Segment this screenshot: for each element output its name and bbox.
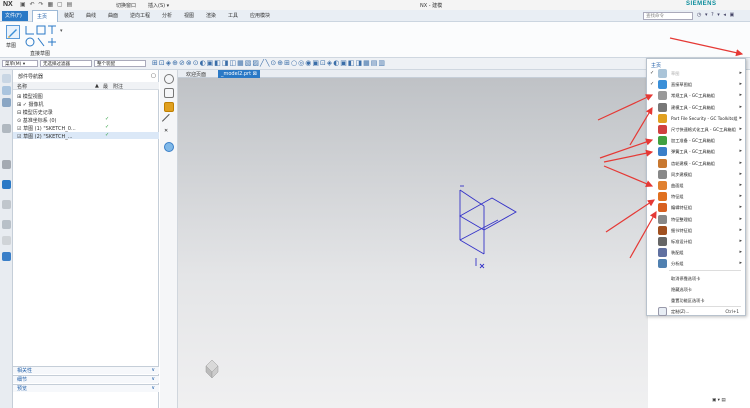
annotation-arrows xyxy=(597,37,744,259)
status-icons[interactable]: ▣ ▾ ▤ xyxy=(712,398,726,403)
